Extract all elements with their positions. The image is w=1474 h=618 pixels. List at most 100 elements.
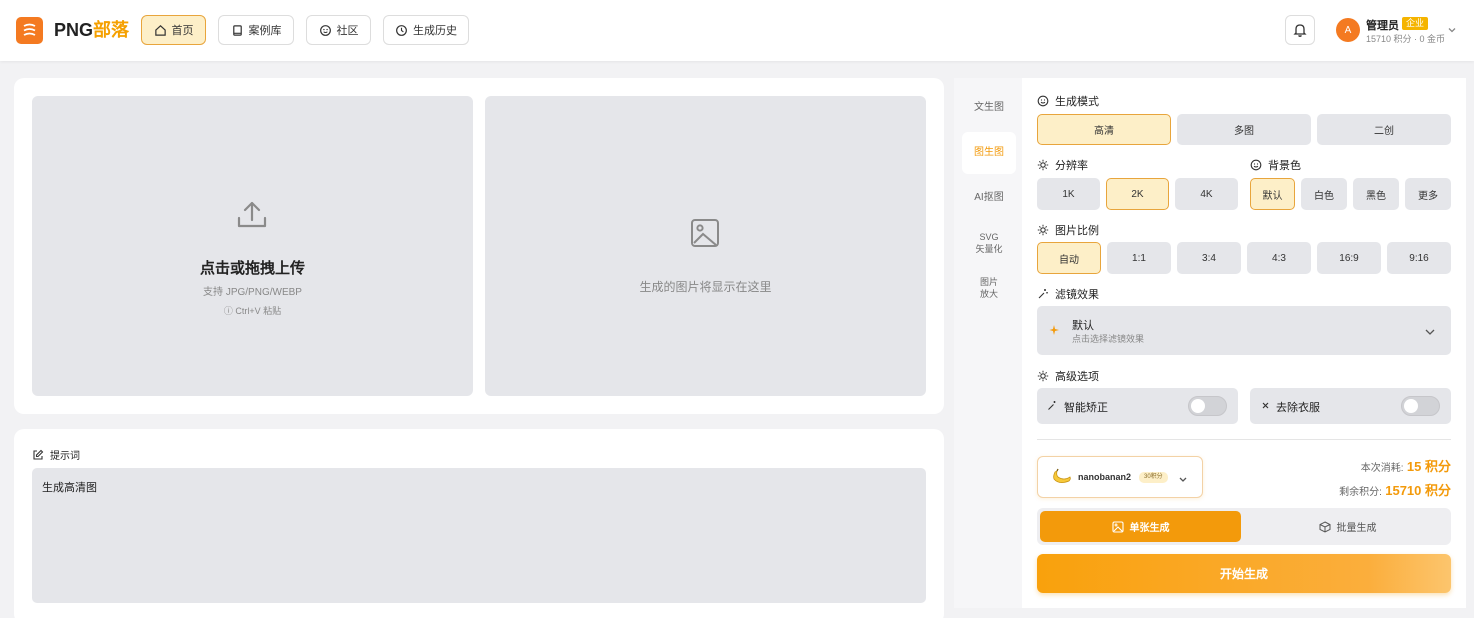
- ratio-option-16-9[interactable]: 16:9: [1317, 242, 1381, 274]
- generation-mode-tabs: 单张生成 批量生成: [1037, 508, 1451, 545]
- filter-value: 默认: [1072, 320, 1094, 332]
- sun-icon: [1037, 224, 1049, 236]
- logo-icon[interactable]: [16, 17, 43, 44]
- background-label-text: 背景色: [1268, 160, 1301, 172]
- output-placeholder: 生成的图片将显示在这里: [639, 280, 772, 294]
- enterprise-badge: 企业: [1402, 17, 1429, 30]
- upload-title: 点击或拖拽上传: [199, 260, 305, 277]
- prompt-label-text: 提示词: [50, 451, 80, 462]
- notification-button[interactable]: [1285, 15, 1315, 45]
- avatar[interactable]: A: [1336, 18, 1360, 42]
- smart-fix-toggle[interactable]: [1188, 396, 1227, 416]
- mode-option-multi[interactable]: 多图: [1177, 114, 1311, 145]
- background-option-default[interactable]: 默认: [1250, 178, 1295, 210]
- upload-dropzone[interactable]: 点击或拖拽上传 支持 JPG/PNG/WEBP ⓘ Ctrl+V 粘贴: [32, 96, 473, 396]
- tab-svg-line2: 矢量化: [975, 244, 1003, 254]
- prompt-label: 提示词: [32, 447, 80, 462]
- tab-image-to-image[interactable]: 图生图: [962, 132, 1016, 174]
- chevron-down-icon[interactable]: [1447, 24, 1457, 38]
- prompt-textarea[interactable]: 生成高清图: [32, 468, 926, 603]
- model-selector[interactable]: nanobanan2 30积分: [1037, 456, 1203, 498]
- nav-history-label: 生成历史: [413, 25, 457, 37]
- user-name: 管理员: [1366, 20, 1399, 32]
- ratio-option-1-1[interactable]: 1:1: [1107, 242, 1171, 274]
- upload-formats: 支持 JPG/PNG/WEBP: [203, 287, 302, 298]
- filter-select[interactable]: 默认 点击选择滤镜效果: [1037, 306, 1451, 355]
- start-generate-button[interactable]: 开始生成: [1037, 554, 1451, 593]
- filter-label-text: 滤镜效果: [1055, 289, 1099, 301]
- paste-hint: ⓘ Ctrl+V 粘贴: [32, 304, 473, 317]
- sun-icon: [1037, 159, 1049, 171]
- ratio-option-3-4[interactable]: 3:4: [1177, 242, 1241, 274]
- resolution-label-text: 分辨率: [1055, 160, 1088, 172]
- background-option-more[interactable]: 更多: [1405, 178, 1451, 210]
- background-option-black[interactable]: 黑色: [1353, 178, 1399, 210]
- smart-fix-row: 智能矫正: [1037, 388, 1238, 424]
- ratio-option-9-16[interactable]: 9:16: [1387, 242, 1451, 274]
- model-cost-tag: 30积分: [1139, 472, 1168, 483]
- tab-single-label: 单张生成: [1129, 523, 1170, 534]
- background-option-white[interactable]: 白色: [1301, 178, 1347, 210]
- mode-option-hd[interactable]: 高清: [1037, 114, 1171, 145]
- sun-icon: [1037, 370, 1049, 382]
- chevron-down-icon: [1178, 473, 1188, 487]
- cost-this-label: 本次消耗:: [1360, 463, 1404, 474]
- cost-this-value: 15 积分: [1406, 459, 1451, 474]
- tab-upscale[interactable]: 图片 放大: [962, 276, 1016, 300]
- ratio-label-text: 图片比例: [1055, 225, 1099, 237]
- tab-upscale-line1: 图片: [979, 277, 998, 287]
- resolution-option-4k[interactable]: 4K: [1175, 178, 1238, 210]
- cost-remain-label: 剩余积分:: [1339, 487, 1382, 498]
- help-icon: ⓘ: [223, 306, 233, 316]
- nav-community[interactable]: 社区: [306, 15, 371, 45]
- bell-icon: [1293, 24, 1307, 37]
- tab-batch-generation[interactable]: 批量生成: [1247, 511, 1448, 542]
- sparkle-icon: [1049, 323, 1061, 340]
- paste-hint-text: Ctrl+V 粘贴: [235, 306, 282, 316]
- brand-name-accent: 部落: [93, 20, 130, 40]
- nav-history[interactable]: 生成历史: [383, 15, 469, 45]
- filter-label: 滤镜效果: [1037, 286, 1099, 302]
- divider: [1037, 439, 1451, 440]
- user-credits: 15710 积分 · 0 金币: [1366, 34, 1446, 44]
- nav-home-label: 首页: [171, 25, 194, 37]
- magic-wand-icon: [1038, 289, 1048, 299]
- mode-option-remix[interactable]: 二创: [1317, 114, 1451, 145]
- resolution-option-1k[interactable]: 1K: [1037, 178, 1100, 210]
- nav-community-label: 社区: [336, 25, 359, 37]
- nav-home[interactable]: 首页: [141, 15, 206, 45]
- ratio-label: 图片比例: [1037, 222, 1099, 238]
- image-panel: 点击或拖拽上传 支持 JPG/PNG/WEBP ⓘ Ctrl+V 粘贴 生成的图…: [14, 78, 944, 414]
- tab-svg-line1: SVG: [979, 232, 999, 242]
- cube-icon: [1319, 520, 1330, 533]
- remove-clothes-toggle[interactable]: [1401, 396, 1440, 416]
- resolution-option-2k[interactable]: 2K: [1106, 178, 1169, 210]
- banana-icon: [1051, 467, 1073, 490]
- tool-sidebar: 文生图 图生图 AI抠图 SVG 矢量化 图片 放大: [954, 78, 1022, 608]
- wand-icon: [1047, 400, 1058, 414]
- brand-name[interactable]: PNG部落: [54, 18, 129, 42]
- prompt-value: 生成高清图: [42, 482, 97, 494]
- toggle-knob: [1404, 399, 1418, 413]
- prompt-panel: 提示词 生成高清图: [14, 429, 944, 618]
- advanced-label-text: 高级选项: [1055, 371, 1099, 383]
- top-bar: PNG部落 首页 案例库 社区 生成历史 A 管理员 企业 15710 积分 ·…: [0, 0, 1474, 61]
- advanced-label: 高级选项: [1037, 368, 1099, 384]
- tab-text-to-image[interactable]: 文生图: [962, 102, 1016, 114]
- output-preview: 生成的图片将显示在这里: [485, 96, 926, 396]
- tab-svg-vectorize[interactable]: SVG 矢量化: [962, 231, 1016, 255]
- upload-icon: [234, 196, 270, 235]
- ratio-option-4-3[interactable]: 4:3: [1247, 242, 1311, 274]
- edit-icon: [33, 449, 44, 460]
- image-icon: [1111, 520, 1124, 533]
- toggle-knob: [1191, 399, 1205, 413]
- background-label: 背景色: [1250, 157, 1301, 173]
- tab-ai-cutout[interactable]: AI抠图: [962, 192, 1016, 204]
- ratio-option-auto[interactable]: 自动: [1037, 242, 1101, 274]
- resolution-label: 分辨率: [1037, 157, 1088, 173]
- nav-cases[interactable]: 案例库: [218, 15, 294, 45]
- smile-icon: [319, 24, 331, 36]
- tab-single-generation[interactable]: 单张生成: [1040, 511, 1241, 542]
- mode-label-text: 生成模式: [1055, 96, 1099, 108]
- home-icon: [154, 24, 166, 36]
